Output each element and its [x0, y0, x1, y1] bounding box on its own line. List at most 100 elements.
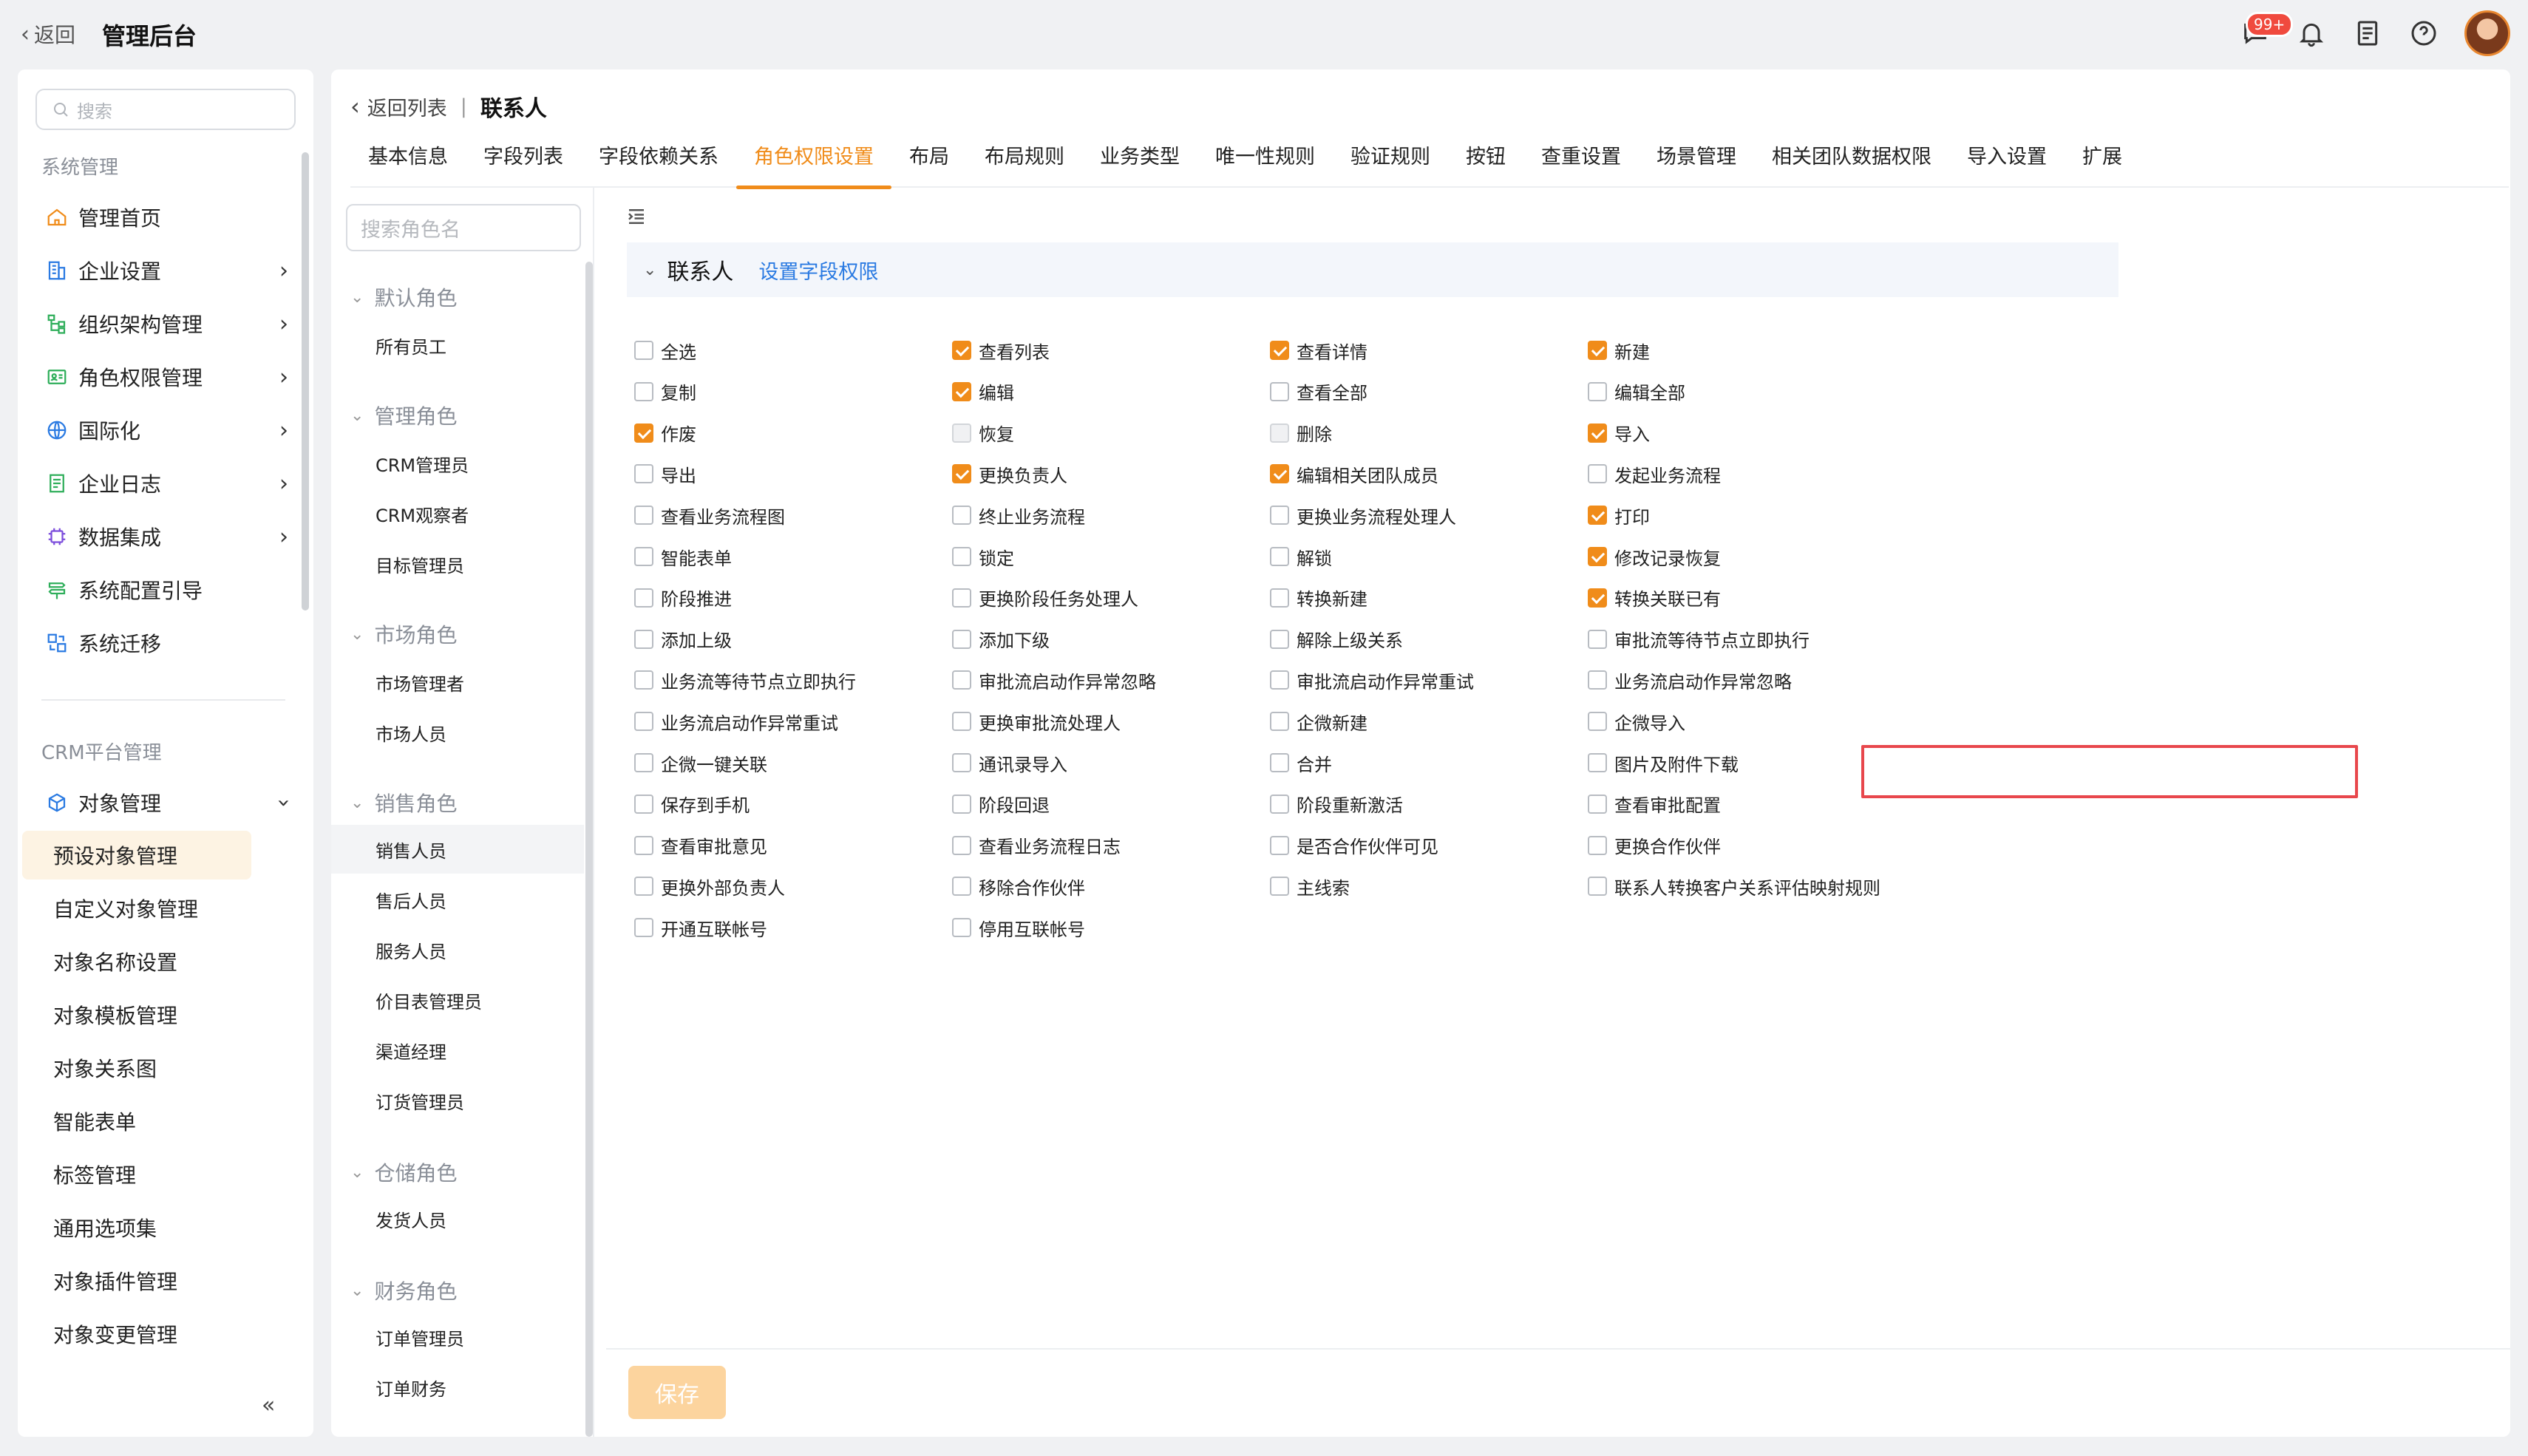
permission-checkbox[interactable]: 解锁 [1270, 542, 1332, 571]
sidebar-search-input[interactable]: 搜索 [35, 89, 296, 130]
checkbox-box[interactable] [952, 794, 971, 814]
checkbox-box[interactable] [634, 794, 653, 814]
permission-checkbox[interactable]: 查看审批意见 [634, 831, 767, 860]
chat-icon[interactable]: 99+ [2240, 12, 2294, 49]
help-icon[interactable] [2408, 18, 2439, 49]
sidebar-item-integration[interactable]: 数据集成 › [44, 513, 288, 560]
checkbox-box[interactable] [634, 341, 653, 360]
checkbox-box[interactable] [1270, 547, 1289, 566]
checkbox-box[interactable] [634, 464, 653, 484]
sidebar-item-roles[interactable]: 角色权限管理 › [44, 353, 288, 401]
checkbox-box[interactable] [952, 753, 971, 772]
tab-business-type[interactable]: 业务类型 [1082, 135, 1197, 188]
role-group-warehouse[interactable]: ⌄ 仓储角色 [350, 1157, 457, 1187]
checkbox-box[interactable] [952, 506, 971, 525]
permission-checkbox[interactable]: 合并 [1270, 748, 1332, 778]
checkbox-box[interactable] [1270, 506, 1289, 525]
checkbox-box[interactable] [1588, 753, 1607, 772]
permission-checkbox[interactable]: 新建 [1588, 336, 1650, 365]
tab-dedup[interactable]: 查重设置 [1523, 135, 1639, 188]
checkbox-box[interactable] [634, 753, 653, 772]
checkbox-box[interactable] [1588, 794, 1607, 814]
role-item[interactable]: CRM管理员 [331, 439, 584, 488]
checkbox-box[interactable] [952, 547, 971, 566]
checkbox-box[interactable] [1270, 712, 1289, 732]
tab-buttons[interactable]: 按钮 [1448, 135, 1523, 188]
tab-layout[interactable]: 布局 [891, 135, 967, 188]
sidebar-item-guide[interactable]: 系统配置引导 [44, 566, 288, 613]
permission-checkbox[interactable]: 审批流启动作异常忽略 [952, 665, 1156, 695]
checkbox-box[interactable] [952, 918, 971, 938]
permission-checkbox[interactable]: 停用互联帐号 [952, 913, 1085, 942]
tab-field-dependency[interactable]: 字段依赖关系 [581, 135, 736, 188]
tab-layout-rules[interactable]: 布局规则 [967, 135, 1082, 188]
notes-icon[interactable] [2352, 18, 2383, 49]
permission-checkbox[interactable]: 联系人转换客户关系评估映射规则 [1588, 871, 1880, 901]
permission-checkbox[interactable]: 查看列表 [952, 336, 1050, 365]
permission-checkbox[interactable]: 导出 [634, 459, 696, 489]
role-item[interactable]: 订货管理员 [331, 1076, 584, 1125]
permission-checkbox[interactable]: 更换阶段任务处理人 [952, 583, 1138, 613]
checkbox-box[interactable] [634, 506, 653, 525]
tab-role-permission[interactable]: 角色权限设置 [736, 135, 891, 189]
sidebar-sub-object-name[interactable]: 对象名称设置 [22, 937, 251, 986]
permission-checkbox[interactable]: 业务流启动作异常重试 [634, 707, 838, 736]
checkbox-box[interactable] [952, 670, 971, 690]
role-item[interactable]: 目标管理员 [331, 540, 584, 588]
checkbox-box[interactable] [634, 877, 653, 897]
tab-validation-rules[interactable]: 验证规则 [1333, 135, 1448, 188]
permission-checkbox[interactable]: 主线索 [1270, 871, 1350, 901]
permission-checkbox[interactable]: 转换新建 [1270, 583, 1367, 613]
role-item[interactable]: 订单财务 [331, 1363, 584, 1412]
sidebar-item-migration[interactable]: 系统迁移 [44, 619, 288, 667]
sidebar-sub-object-template[interactable]: 对象模板管理 [22, 990, 251, 1039]
permission-checkbox[interactable]: 阶段重新激活 [1270, 789, 1403, 819]
permission-checkbox[interactable]: 终止业务流程 [952, 500, 1085, 530]
checkbox-box[interactable] [1588, 381, 1607, 401]
tab-scenes[interactable]: 场景管理 [1639, 135, 1754, 188]
role-item[interactable]: 订单管理员 [331, 1313, 584, 1361]
back-button[interactable]: ‹ 返回 [21, 19, 75, 49]
checkbox-box[interactable] [1270, 341, 1289, 360]
sidebar-sub-smart-form[interactable]: 智能表单 [22, 1097, 251, 1146]
sidebar-item-home[interactable]: 管理首页 [44, 194, 288, 241]
checkbox-box[interactable] [1270, 423, 1289, 443]
tab-unique-rules[interactable]: 唯一性规则 [1197, 135, 1333, 188]
checkbox-box[interactable] [1588, 341, 1607, 360]
checkbox-box[interactable] [1270, 629, 1289, 649]
checkbox-box[interactable] [1588, 588, 1607, 608]
permission-checkbox[interactable]: 全选 [634, 336, 696, 365]
permission-checkbox[interactable]: 更换外部负责人 [634, 871, 785, 901]
sidebar-item-org[interactable]: 组织架构管理 › [44, 300, 288, 347]
checkbox-box[interactable] [1588, 423, 1607, 443]
permission-section-header[interactable]: ⌄ 联系人 设置字段权限 [627, 242, 2118, 297]
role-item[interactable]: 发货人员 [331, 1194, 584, 1243]
role-list-scrollbar[interactable] [585, 262, 593, 1437]
permission-checkbox[interactable]: 更换审批流处理人 [952, 707, 1121, 736]
sidebar-sub-preset-objects[interactable]: 预设对象管理 [22, 831, 251, 880]
tab-extension[interactable]: 扩展 [2065, 135, 2140, 188]
role-item[interactable]: 渠道经理 [331, 1026, 584, 1075]
permission-checkbox[interactable]: 阶段推进 [634, 583, 732, 613]
checkbox-box[interactable] [634, 918, 653, 938]
checkbox-box[interactable] [1588, 835, 1607, 855]
outline-indent-icon[interactable] [625, 205, 648, 234]
permission-checkbox[interactable]: 添加下级 [952, 625, 1050, 654]
role-item[interactable]: 市场管理者 [331, 658, 584, 707]
checkbox-box[interactable] [1270, 588, 1289, 608]
checkbox-box[interactable] [1588, 547, 1607, 566]
role-group-sales[interactable]: ⌄ 销售角色 [350, 788, 457, 817]
permission-checkbox[interactable]: 开通互联帐号 [634, 913, 767, 942]
checkbox-box[interactable] [634, 835, 653, 855]
permission-checkbox[interactable]: 修改记录恢复 [1588, 542, 1721, 571]
avatar[interactable] [2464, 10, 2510, 56]
role-item[interactable]: 市场人员 [331, 708, 584, 757]
sidebar-sub-object-graph[interactable]: 对象关系图 [22, 1044, 251, 1092]
field-permission-link[interactable]: 设置字段权限 [758, 256, 878, 285]
checkbox-box[interactable] [634, 670, 653, 690]
checkbox-box[interactable] [952, 423, 971, 443]
permission-checkbox[interactable]: 导入 [1588, 418, 1650, 448]
sidebar-sub-changes[interactable]: 对象变更管理 [22, 1310, 251, 1358]
permission-checkbox[interactable]: 锁定 [952, 542, 1014, 571]
permission-checkbox[interactable]: 更换负责人 [952, 459, 1067, 489]
